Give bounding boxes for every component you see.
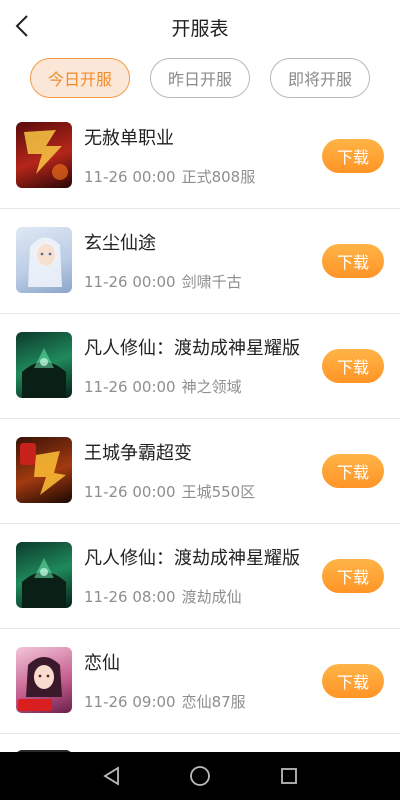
download-button[interactable]: 下载 [322, 244, 384, 278]
game-icon-lianxian [16, 647, 72, 713]
game-icon-wushe [16, 122, 72, 188]
tab-bar: 今日开服 昨日开服 即将开服 [0, 58, 400, 100]
server-name: 神之领域 [181, 378, 242, 396]
header: 开服表 [0, 0, 400, 52]
game-name: 王城争霸超变 [84, 443, 192, 464]
game-meta: 11-26 08:00 渡劫成仙 [84, 586, 242, 607]
game-meta: 11-26 00:00 王城550区 [84, 481, 255, 502]
server-list: 无赦单职业 11-26 00:00 正式808服 下载 玄尘仙途 11-26 00… [0, 104, 400, 774]
system-nav-bar [0, 752, 400, 800]
game-meta: 11-26 09:00 恋仙87服 [84, 691, 246, 712]
game-meta: 11-26 00:00 神之领域 [84, 376, 242, 397]
nav-recents-icon[interactable] [277, 764, 301, 788]
list-item[interactable]: 无赦单职业 11-26 00:00 正式808服 下载 [0, 104, 400, 209]
nav-back-icon[interactable] [100, 764, 124, 788]
list-item[interactable]: 凡人修仙：渡劫成神星耀版 11-26 08:00 渡劫成仙 下载 [0, 524, 400, 629]
download-button[interactable]: 下载 [322, 349, 384, 383]
server-name: 剑啸千古 [181, 273, 242, 291]
download-button[interactable]: 下载 [322, 664, 384, 698]
game-name: 无赦单职业 [84, 128, 174, 149]
open-time: 11-26 08:00 [84, 588, 176, 606]
download-button[interactable]: 下载 [322, 454, 384, 488]
tab-today[interactable]: 今日开服 [30, 58, 130, 98]
game-icon-fanren [16, 332, 72, 398]
game-icon-xuanchen [16, 227, 72, 293]
game-name: 凡人修仙：渡劫成神星耀版 [84, 338, 300, 359]
nav-home-icon[interactable] [188, 764, 212, 788]
game-icon-fanren [16, 542, 72, 608]
server-name: 王城550区 [181, 483, 256, 501]
open-time: 11-26 00:00 [84, 378, 176, 396]
page-title: 开服表 [171, 18, 229, 40]
list-item[interactable]: 王城争霸超变 11-26 00:00 王城550区 下载 [0, 419, 400, 524]
open-time: 11-26 09:00 [84, 693, 176, 711]
game-icon-wangcheng [16, 437, 72, 503]
open-time: 11-26 00:00 [84, 483, 176, 501]
tab-yesterday[interactable]: 昨日开服 [150, 58, 250, 98]
game-name: 恋仙 [84, 653, 120, 674]
game-meta: 11-26 00:00 剑啸千古 [84, 271, 242, 292]
server-name: 渡劫成仙 [181, 588, 242, 606]
list-item[interactable]: 玄尘仙途 11-26 00:00 剑啸千古 下载 [0, 209, 400, 314]
tab-upcoming[interactable]: 即将开服 [270, 58, 370, 98]
list-item[interactable]: 凡人修仙：渡劫成神星耀版 11-26 00:00 神之领域 下载 [0, 314, 400, 419]
open-time: 11-26 00:00 [84, 273, 176, 291]
download-button[interactable]: 下载 [322, 559, 384, 593]
list-item[interactable]: 恋仙 11-26 09:00 恋仙87服 下载 [0, 629, 400, 734]
download-button[interactable]: 下载 [322, 139, 384, 173]
game-meta: 11-26 00:00 正式808服 [84, 166, 255, 187]
open-time: 11-26 00:00 [84, 168, 176, 186]
game-name: 玄尘仙途 [84, 233, 156, 254]
server-name: 正式808服 [181, 168, 256, 186]
server-name: 恋仙87服 [181, 693, 246, 711]
game-name: 凡人修仙：渡劫成神星耀版 [84, 548, 300, 569]
